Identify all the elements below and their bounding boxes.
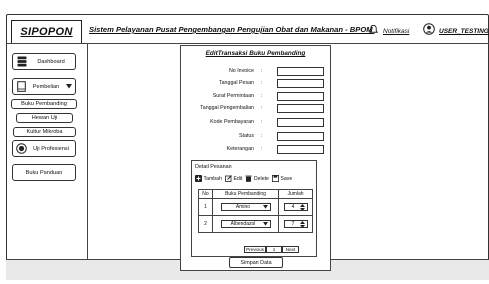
detail-title: Detail Pesanan [195,164,232,170]
next-page-button[interactable]: Next [282,246,299,253]
add-label: Tambah [203,175,222,182]
detail-toolbar: Tambah Edit Delete Save [195,175,292,182]
row-number: 1 [198,198,213,216]
field-colon: : [261,133,263,139]
brand-name: SIPOPON [20,26,73,38]
sidebar-item-dashboard[interactable]: Dashboard [12,53,76,70]
table-row: 2 Albendazol 7 [198,215,313,233]
edit-label: Edit [233,175,243,182]
sidebar-item-uji-profesiensi[interactable]: Uji Profesiensi [12,140,76,157]
simpan-data-button[interactable]: Simpan Data [229,257,283,268]
current-page[interactable]: 1 [266,246,282,253]
field-colon: : [261,80,263,86]
pagination: Previous 1 Next [244,246,299,253]
field-label: Status [238,133,254,139]
buku-pembanding-select[interactable]: Albendazol [220,220,271,228]
previous-page-button[interactable]: Previous [244,246,266,253]
field-kode-pembayaran: Kode Pembayaran : [181,118,330,128]
brand-logo[interactable]: SIPOPON [11,20,82,44]
delete-label: Delete [253,175,269,182]
table-header-row: No Buku Pembanding Jumlah [198,189,313,199]
tanggal-pengembalian-input[interactable] [277,104,324,113]
plus-icon [195,175,202,182]
field-tanggal-pesan: Tanggal Pesan : [181,79,330,89]
surat-permintaan-input[interactable] [277,92,324,101]
field-colon: : [261,119,263,125]
tanggal-pesan-input[interactable] [277,79,324,88]
buku-pembanding-select[interactable]: Amino [220,203,271,211]
sidebar-item-label: Hewan Uji [31,115,58,121]
sidebar-item-label: Uji Profesiensi [33,145,69,152]
chevron-down-icon [262,222,268,226]
notification-link[interactable]: Notifikasi [368,22,409,40]
column-header: No [198,189,213,199]
app-title: Sistem Pelayanan Pusat Pengembangan Peng… [89,25,373,34]
field-label: Keterangan [226,146,254,152]
document-icon [17,81,26,92]
detail-table: No Buku Pembanding Jumlah 1 Amino 4 2 Al… [198,189,313,233]
field-surat-permintaan: Surat Permintaan : [181,92,330,102]
sidebar-item-label: Buku Pembanding [21,101,67,107]
field-keterangan: Keterangan : [181,145,330,155]
save-label: Save [280,175,293,182]
keterangan-input[interactable] [277,145,324,154]
save-button[interactable]: Save [271,175,293,182]
spinner-icon [299,203,305,211]
chevron-down-icon [262,205,268,209]
field-colon: : [261,93,263,99]
field-colon: : [261,68,263,74]
quantity-value: 7 [291,221,295,227]
header-divider [6,43,489,44]
bell-icon [368,22,379,40]
sidebar-item-hewan-uji[interactable]: Hewan Uji [16,113,73,123]
field-colon: : [261,105,263,111]
user-name: USER_TESTING [439,27,489,35]
quantity-stepper[interactable]: 7 [283,220,308,228]
trash-icon [245,175,253,182]
sidebar-item-buku-panduan[interactable]: Buku Panduan [12,164,76,181]
detail-pesanan-panel: Detail Pesanan Tambah Edit Delete Save N… [191,160,317,257]
field-label: Tanggal Pengembalian [200,105,254,111]
form-title: EditTransaksi Buku Pembanding [205,50,306,57]
target-icon [16,143,27,154]
field-label: Kode Pembayaran [210,119,254,125]
quantity-stepper[interactable]: 4 [283,203,308,211]
sidebar-item-label: Pembelian [32,83,60,90]
select-value: Albendazol [230,221,256,227]
column-header: Buku Pembanding [212,189,279,199]
notification-label: Notifikasi [383,27,410,35]
floppy-icon [271,175,279,182]
edit-icon [225,175,232,182]
sidebar-item-label: Buku Panduan [25,169,63,176]
chevron-down-icon [66,84,72,89]
field-tanggal-pengembalian: Tanggal Pengembalian : [181,104,330,114]
column-header: Jumlah [278,189,313,199]
field-status: Status : [181,132,330,142]
sidebar-divider [87,43,88,259]
no-invoice-input[interactable] [277,67,324,76]
kode-pembayaran-input[interactable] [277,118,324,127]
user-menu[interactable]: USER_TESTING [423,22,489,40]
sidebar-item-label: Kultur Mikroba [26,129,63,135]
delete-button[interactable]: Delete [245,175,269,182]
field-no-invoice: No Invoice : [181,67,330,77]
field-label: No Invoice [228,68,254,74]
status-input[interactable] [277,132,324,141]
field-colon: : [261,146,263,152]
sidebar-item-pembelian[interactable]: Pembelian [12,78,76,95]
sidebar-item-buku-pembanding[interactable]: Buku Pembanding [11,99,77,109]
field-label: Surat Permintaan [212,93,254,99]
table-row: 1 Amino 4 [198,198,313,216]
row-number: 2 [198,215,213,233]
quantity-value: 4 [291,204,295,210]
edit-button[interactable]: Edit [225,175,242,182]
sidebar-item-kultur-mikroba[interactable]: Kultur Mikroba [13,127,76,137]
user-avatar-icon [423,22,435,40]
field-label: Tanggal Pesan [218,80,254,86]
database-icon [17,56,27,67]
sidebar-item-label: Dashboard [37,58,65,65]
add-button[interactable]: Tambah [195,175,222,182]
spinner-icon [299,220,305,228]
select-value: Amino [235,204,251,210]
